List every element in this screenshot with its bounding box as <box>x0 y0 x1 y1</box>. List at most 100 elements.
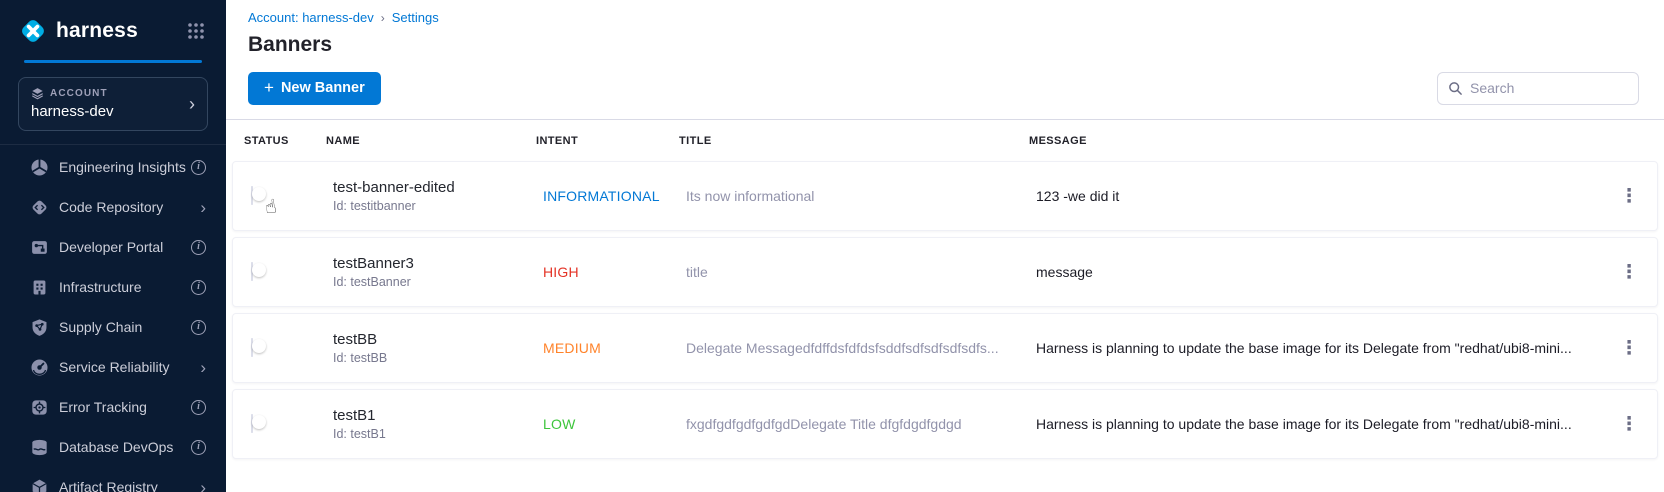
sidebar-nav: Engineering Insights i Code Repository ›… <box>0 144 226 492</box>
intent-badge: HIGH <box>543 264 686 280</box>
sidebar-item-supply-chain[interactable]: Supply Chain i <box>0 307 226 347</box>
plus-icon: + <box>264 78 274 98</box>
artifact-registry-icon <box>30 478 49 492</box>
intent-badge: INFORMATIONAL <box>543 188 686 204</box>
breadcrumb: Account: harness-dev › Settings <box>248 10 1640 25</box>
account-selector[interactable]: ACCOUNT harness-dev › <box>18 77 208 131</box>
col-intent: INTENT <box>536 135 679 147</box>
search-icon <box>1448 81 1463 96</box>
banner-name: test-banner-edited <box>333 179 543 196</box>
info-icon: i <box>191 280 206 295</box>
intent-badge: LOW <box>543 416 686 432</box>
infrastructure-icon <box>30 278 49 297</box>
code-repository-icon <box>30 198 49 217</box>
banner-message: Harness is planning to update the base i… <box>1036 340 1601 356</box>
status-toggle[interactable] <box>251 414 253 433</box>
banner-name: testB1 <box>333 407 543 424</box>
name-cell: testBB Id: testBB <box>333 331 543 365</box>
toolbar: + New Banner <box>226 57 1664 119</box>
search-box[interactable] <box>1437 72 1639 105</box>
col-status: STATUS <box>244 135 326 147</box>
banner-title: Its now informational <box>686 188 1036 204</box>
sidebar-item-developer-portal[interactable]: Developer Portal i <box>0 227 226 267</box>
sidebar-item-error-tracking[interactable]: Error Tracking i <box>0 387 226 427</box>
banner-name: testBanner3 <box>333 255 543 272</box>
banner-id: Id: testBanner <box>333 275 543 289</box>
info-icon: i <box>191 320 206 335</box>
account-scope-icon <box>31 87 44 100</box>
status-cell: ☝ <box>251 339 333 357</box>
col-name: NAME <box>326 135 536 147</box>
name-cell: test-banner-edited Id: testitbanner <box>333 179 543 213</box>
breadcrumb-separator-icon: › <box>381 11 385 25</box>
sidebar-item-code-repository[interactable]: Code Repository › <box>0 187 226 227</box>
table-row[interactable]: ☝ test-banner-edited Id: testitbanner IN… <box>232 161 1658 231</box>
sidebar: harness ACCOUNT harness-dev › Engineerin… <box>0 0 226 492</box>
info-icon: i <box>191 160 206 175</box>
supply-chain-icon <box>30 318 49 337</box>
breadcrumb-settings-link[interactable]: Settings <box>392 10 439 25</box>
status-toggle[interactable] <box>251 262 253 281</box>
chevron-right-icon: › <box>200 359 206 376</box>
brand-row: harness <box>0 0 226 58</box>
status-cell: ☝ <box>251 415 333 433</box>
table-row[interactable]: ☝ testB1 Id: testB1 LOW fxgdfgdfgdfgdfgd… <box>232 389 1658 459</box>
name-cell: testB1 Id: testB1 <box>333 407 543 441</box>
info-icon: i <box>191 240 206 255</box>
breadcrumb-account-link[interactable]: Account: harness-dev <box>248 10 374 25</box>
chevron-right-icon: › <box>200 199 206 216</box>
status-cell: ☝ <box>251 187 333 205</box>
table-body: ☝ test-banner-edited Id: testitbanner IN… <box>226 161 1664 459</box>
database-devops-icon <box>30 438 49 457</box>
account-name: harness-dev <box>31 103 189 120</box>
table-row[interactable]: ☝ testBanner3 Id: testBanner HIGH title … <box>232 237 1658 307</box>
kebab-menu-icon[interactable]: ⋮ <box>1601 339 1657 358</box>
app-window: harness ACCOUNT harness-dev › Engineerin… <box>0 0 1664 492</box>
intent-badge: MEDIUM <box>543 340 686 356</box>
status-toggle[interactable] <box>251 338 253 357</box>
apps-grid-icon[interactable] <box>186 21 206 41</box>
table-row[interactable]: ☝ testBB Id: testBB MEDIUM Delegate Mess… <box>232 313 1658 383</box>
page-header: Account: harness-dev › Settings Banners <box>226 0 1664 57</box>
col-message: MESSAGE <box>1029 135 1608 147</box>
banner-id: Id: testitbanner <box>333 199 543 213</box>
info-icon: i <box>191 400 206 415</box>
cursor-pointer-icon: ☝ <box>264 195 279 218</box>
sidebar-item-artifact-registry[interactable]: Artifact Registry › <box>0 467 226 492</box>
info-icon: i <box>191 440 206 455</box>
engineering-insights-icon <box>30 158 49 177</box>
sidebar-item-infrastructure[interactable]: Infrastructure i <box>0 267 226 307</box>
col-title: TITLE <box>679 135 1029 147</box>
brand-name: harness <box>56 19 186 43</box>
banner-name: testBB <box>333 331 543 348</box>
banner-id: Id: testB1 <box>333 427 543 441</box>
search-input[interactable] <box>1470 80 1628 96</box>
chevron-right-icon: › <box>200 479 206 492</box>
developer-portal-icon <box>30 238 49 257</box>
sidebar-item-service-reliability[interactable]: Service Reliability › <box>0 347 226 387</box>
status-cell: ☝ <box>251 263 333 281</box>
status-toggle[interactable] <box>251 186 253 205</box>
sidebar-item-database-devops[interactable]: Database DevOps i <box>0 427 226 467</box>
page-title: Banners <box>248 33 1640 57</box>
name-cell: testBanner3 Id: testBanner <box>333 255 543 289</box>
banner-title: fxgdfgdfgdfgdfgdDelegate Title dfgfdgdfg… <box>686 416 1036 432</box>
brand-underline <box>24 60 202 63</box>
banner-message: 123 -we did it <box>1036 188 1601 204</box>
harness-logo-icon <box>18 16 48 46</box>
banner-title: Delegate Messagedfdffdsfdfdsfsddfsdfsdfs… <box>686 340 1036 356</box>
table-header: STATUS NAME INTENT TITLE MESSAGE <box>226 120 1664 161</box>
banner-title: title <box>686 264 1036 280</box>
new-banner-button[interactable]: + New Banner <box>248 72 381 105</box>
new-banner-label: New Banner <box>281 80 365 96</box>
kebab-menu-icon[interactable]: ⋮ <box>1601 415 1657 434</box>
banner-message: message <box>1036 264 1601 280</box>
kebab-menu-icon[interactable]: ⋮ <box>1601 187 1657 206</box>
sidebar-item-engineering-insights[interactable]: Engineering Insights i <box>0 147 226 187</box>
banners-table: STATUS NAME INTENT TITLE MESSAGE ☝ test-… <box>226 119 1664 492</box>
banner-message: Harness is planning to update the base i… <box>1036 416 1601 432</box>
banner-id: Id: testBB <box>333 351 543 365</box>
service-reliability-icon <box>30 358 49 377</box>
kebab-menu-icon[interactable]: ⋮ <box>1601 263 1657 282</box>
error-tracking-icon <box>30 398 49 417</box>
